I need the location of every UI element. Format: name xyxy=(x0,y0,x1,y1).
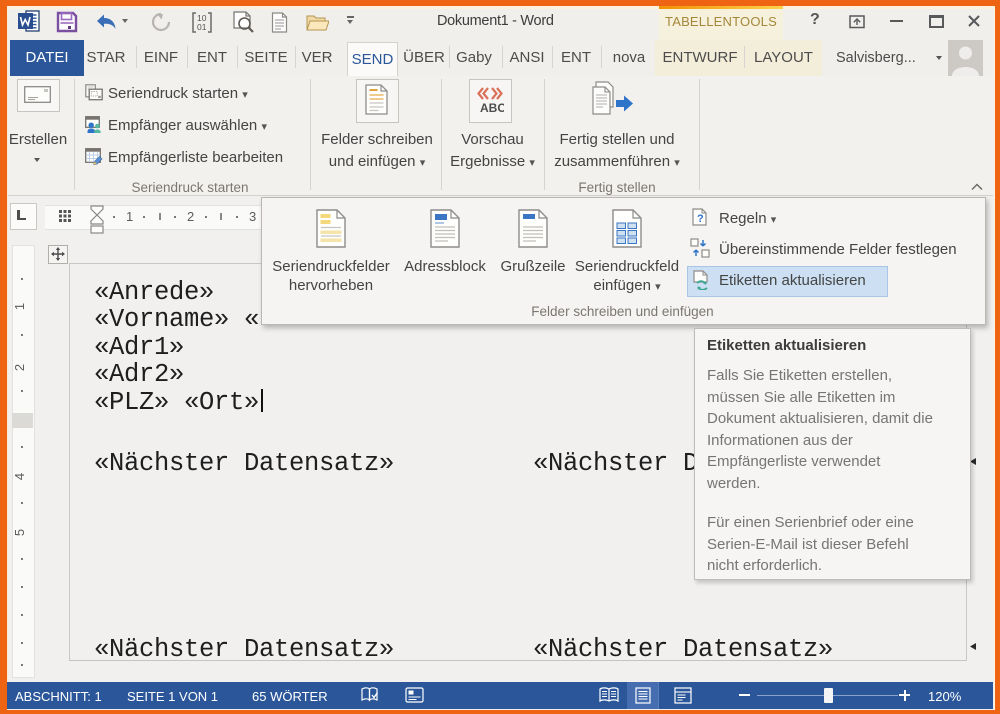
svg-text:ABC: ABC xyxy=(480,101,504,114)
svg-text:01: 01 xyxy=(197,22,207,32)
svg-text:?: ? xyxy=(697,213,704,225)
